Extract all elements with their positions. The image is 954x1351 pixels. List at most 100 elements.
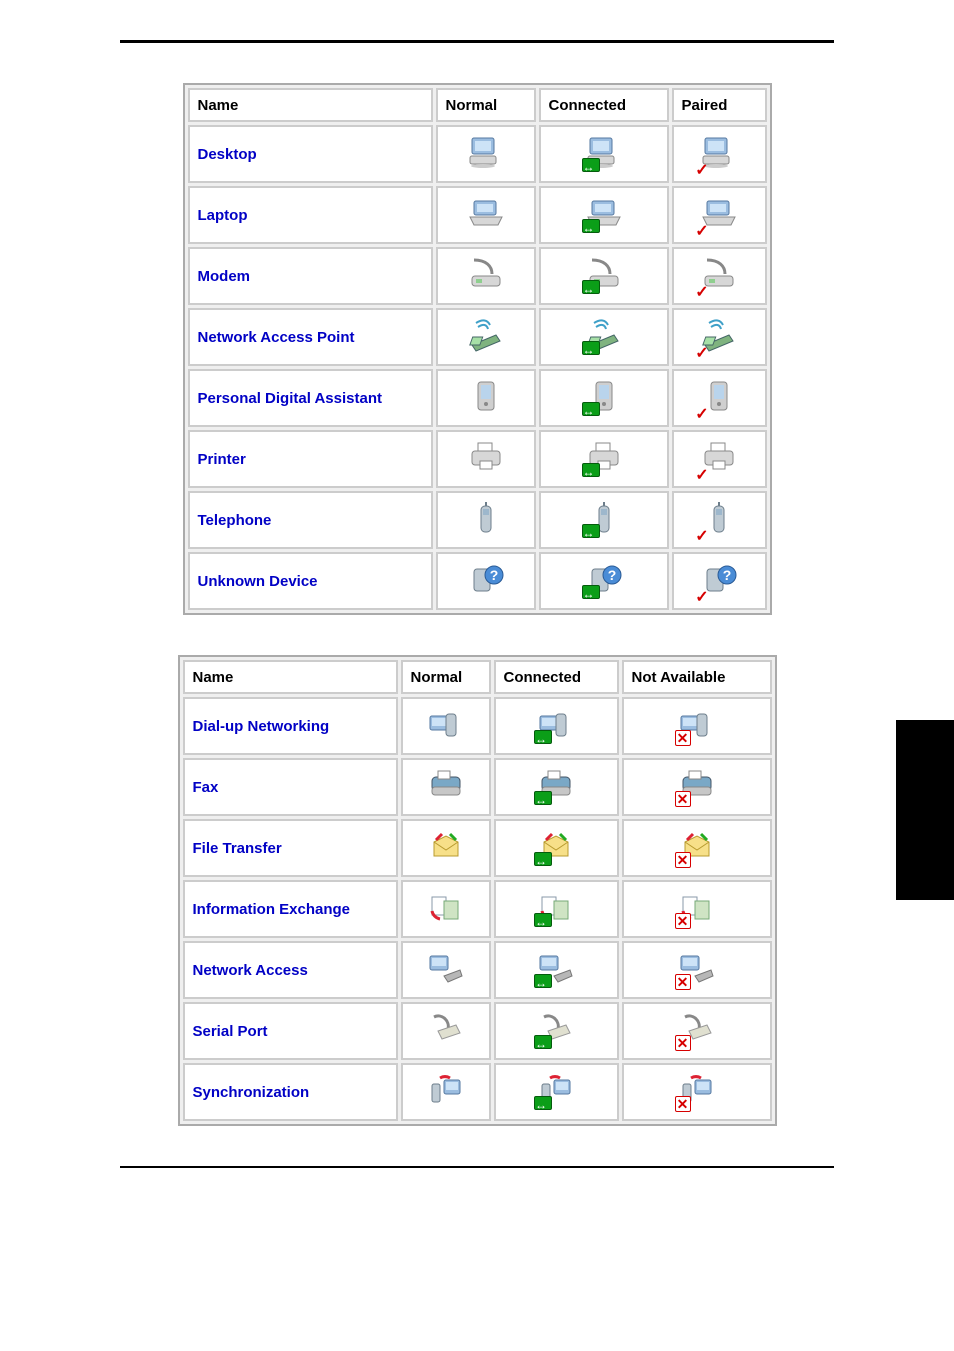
infoexchange-icon [536,889,576,925]
fax-icon [677,767,717,803]
row-name: File Transfer [183,819,398,877]
fax-icon [426,767,466,803]
icon-normal [436,491,536,549]
phone-icon [466,500,506,536]
unknown-icon [699,561,739,597]
icon-connected [494,880,619,938]
table-row: Synchronization [183,1063,772,1121]
serial-icon [677,1011,717,1047]
icon-connected [539,125,669,183]
dialup-icon [426,706,466,742]
table-row: Telephone [188,491,767,549]
row-name: Desktop [188,125,433,183]
serial-icon [536,1011,576,1047]
table-row: File Transfer [183,819,772,877]
col-header-normal: Normal [436,88,536,122]
icon-normal [436,552,536,610]
table-row: Unknown Device [188,552,767,610]
phone-icon [699,500,739,536]
bottom-rule [120,1166,834,1168]
table-row: Desktop [188,125,767,183]
top-rule [120,40,834,43]
icon-paired [672,247,767,305]
serial-icon [426,1011,466,1047]
icon-not-available [622,880,772,938]
laptop-icon [699,195,739,231]
icon-paired [672,430,767,488]
laptop-icon [466,195,506,231]
filetransfer-icon [426,828,466,864]
icon-connected [494,1063,619,1121]
col-header-paired: Paired [672,88,767,122]
page: Name Normal Connected Paired DesktopLapt… [0,0,954,1228]
side-tab [896,720,954,900]
col-header-notavailable: Not Available [622,660,772,694]
infoexchange-icon [426,889,466,925]
icon-connected [494,758,619,816]
unknown-icon [584,561,624,597]
nap-icon [584,317,624,353]
printer-icon [584,439,624,475]
desktop-icon [699,134,739,170]
icon-not-available [622,697,772,755]
col-header-name: Name [188,88,433,122]
row-name: Printer [188,430,433,488]
service-icons-table: Name Normal Connected Not Available Dial… [178,655,777,1126]
table-row: Modem [188,247,767,305]
icon-normal [401,697,491,755]
icon-normal [436,186,536,244]
row-name: Dial-up Networking [183,697,398,755]
icon-normal [436,125,536,183]
nap-icon [699,317,739,353]
netaccess-icon [426,950,466,986]
desktop-icon [584,134,624,170]
filetransfer-icon [536,828,576,864]
row-name: Synchronization [183,1063,398,1121]
unknown-icon [466,561,506,597]
row-name: Serial Port [183,1002,398,1060]
pda-icon [584,378,624,414]
icon-connected [494,697,619,755]
printer-icon [466,439,506,475]
row-name: Telephone [188,491,433,549]
col-header-connected: Connected [539,88,669,122]
row-name: Information Exchange [183,880,398,938]
icon-normal [436,308,536,366]
modem-icon [584,256,624,292]
icon-paired [672,186,767,244]
icon-connected [539,552,669,610]
icon-connected [539,430,669,488]
table-row: Network Access [183,941,772,999]
modem-icon [699,256,739,292]
table-row: Printer [188,430,767,488]
icon-connected [539,308,669,366]
icon-paired [672,125,767,183]
filetransfer-icon [677,828,717,864]
pda-icon [466,378,506,414]
sync-icon [536,1072,576,1108]
icon-paired [672,308,767,366]
table-row: Serial Port [183,1002,772,1060]
col-header-connected: Connected [494,660,619,694]
row-name: Laptop [188,186,433,244]
icon-normal [436,247,536,305]
table-row: Information Exchange [183,880,772,938]
icon-normal [401,941,491,999]
printer-icon [699,439,739,475]
table-row: Personal Digital Assistant [188,369,767,427]
col-header-name: Name [183,660,398,694]
row-name: Modem [188,247,433,305]
row-name: Fax [183,758,398,816]
pda-icon [699,378,739,414]
icon-paired [672,491,767,549]
col-header-normal: Normal [401,660,491,694]
sync-icon [677,1072,717,1108]
icon-not-available [622,1063,772,1121]
row-name: Personal Digital Assistant [188,369,433,427]
netaccess-icon [536,950,576,986]
icon-normal [401,1002,491,1060]
row-name: Network Access Point [188,308,433,366]
icon-normal [401,758,491,816]
icon-normal [401,880,491,938]
fax-icon [536,767,576,803]
